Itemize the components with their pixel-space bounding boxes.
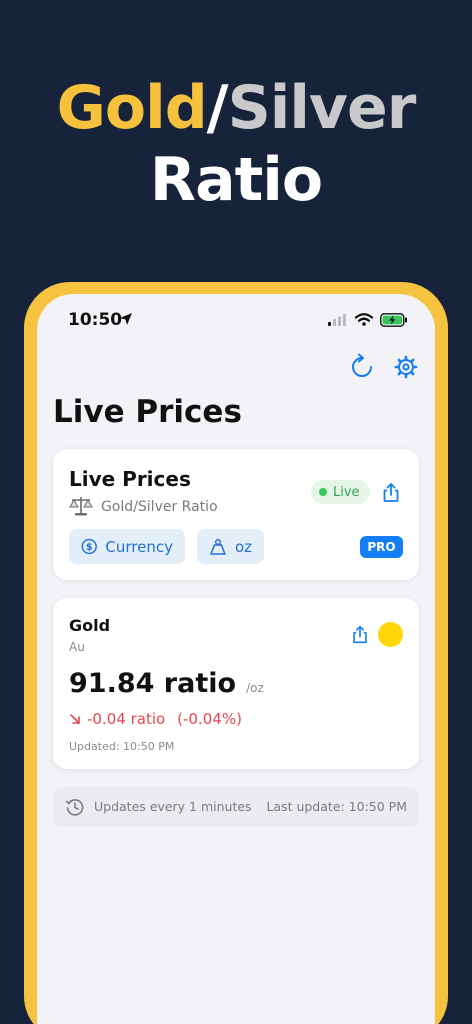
currency-chip[interactable]: $ Currency [69,529,185,564]
price-value: 91.84 ratio [69,668,237,699]
gear-icon [394,355,418,379]
last-update: Last update: 10:50 PM [266,799,407,814]
share-button[interactable] [379,481,403,505]
dollar-circle-icon: $ [81,538,97,555]
metal-name: Gold [69,616,111,635]
price-unit: /oz [246,681,264,695]
arrow-down-right-icon [70,714,80,724]
price-change: -0.04 ratio [87,710,166,728]
price-change-percent: (-0.04%) [177,710,242,728]
gold-price-card[interactable]: Gold Au 91.84 ratio /oz -0.04 ratio (-0.… [53,598,419,769]
share-icon [383,483,399,502]
share-icon [353,625,367,644]
metal-symbol: Au [69,640,85,654]
svg-text:$: $ [86,542,93,553]
updated-timestamp: Updated: 10:50 PM [69,740,175,753]
pro-badge[interactable]: PRO [360,536,403,558]
live-badge-label: Live [333,484,360,500]
price-row: 91.84 ratio /oz [69,668,264,699]
live-dot-icon [319,488,327,496]
unit-chip[interactable]: oz [197,529,264,564]
headline-slash: / [206,73,229,143]
refresh-button[interactable] [347,352,377,382]
balance-scale-icon [69,497,93,516]
page-title: Live Prices [53,394,242,430]
location-arrow-icon [120,313,132,325]
refresh-icon [352,353,372,377]
headline-silver: Silver [227,73,417,143]
gold-color-dot-icon [378,622,403,647]
headline-gold: Gold [56,73,208,143]
live-status-badge: Live [311,480,370,504]
live-card-title: Live Prices [69,467,191,491]
currency-chip-label: Currency [105,537,173,556]
wifi-icon [355,313,373,326]
live-prices-card: Live Prices Gold/Silver Ratio Live $ Cur… [53,449,419,580]
update-interval: Updates every 1 minutes [94,799,252,814]
cellular-signal-icon [328,314,346,326]
status-time: 10:50 [68,310,123,330]
gold-share-button[interactable] [349,624,371,646]
update-footer: Updates every 1 minutes Last update: 10:… [53,787,419,827]
headline-line-1: Gold/Silver [0,72,472,144]
unit-chip-label: oz [234,537,252,556]
battery-charging-icon [380,313,407,327]
promo-headline: Gold/Silver Ratio [0,72,472,216]
live-card-subtitle: Gold/Silver Ratio [101,499,218,515]
clock-history-icon [65,799,84,816]
app-screen: 10:50 Live Prices Live Prices Gold/Silve… [37,294,435,1024]
status-bar: 10:50 [37,294,435,344]
headline-line-2: Ratio [149,145,323,215]
price-change-row: -0.04 ratio (-0.04%) [69,710,242,728]
settings-button[interactable] [391,352,421,382]
weight-icon [210,538,226,555]
